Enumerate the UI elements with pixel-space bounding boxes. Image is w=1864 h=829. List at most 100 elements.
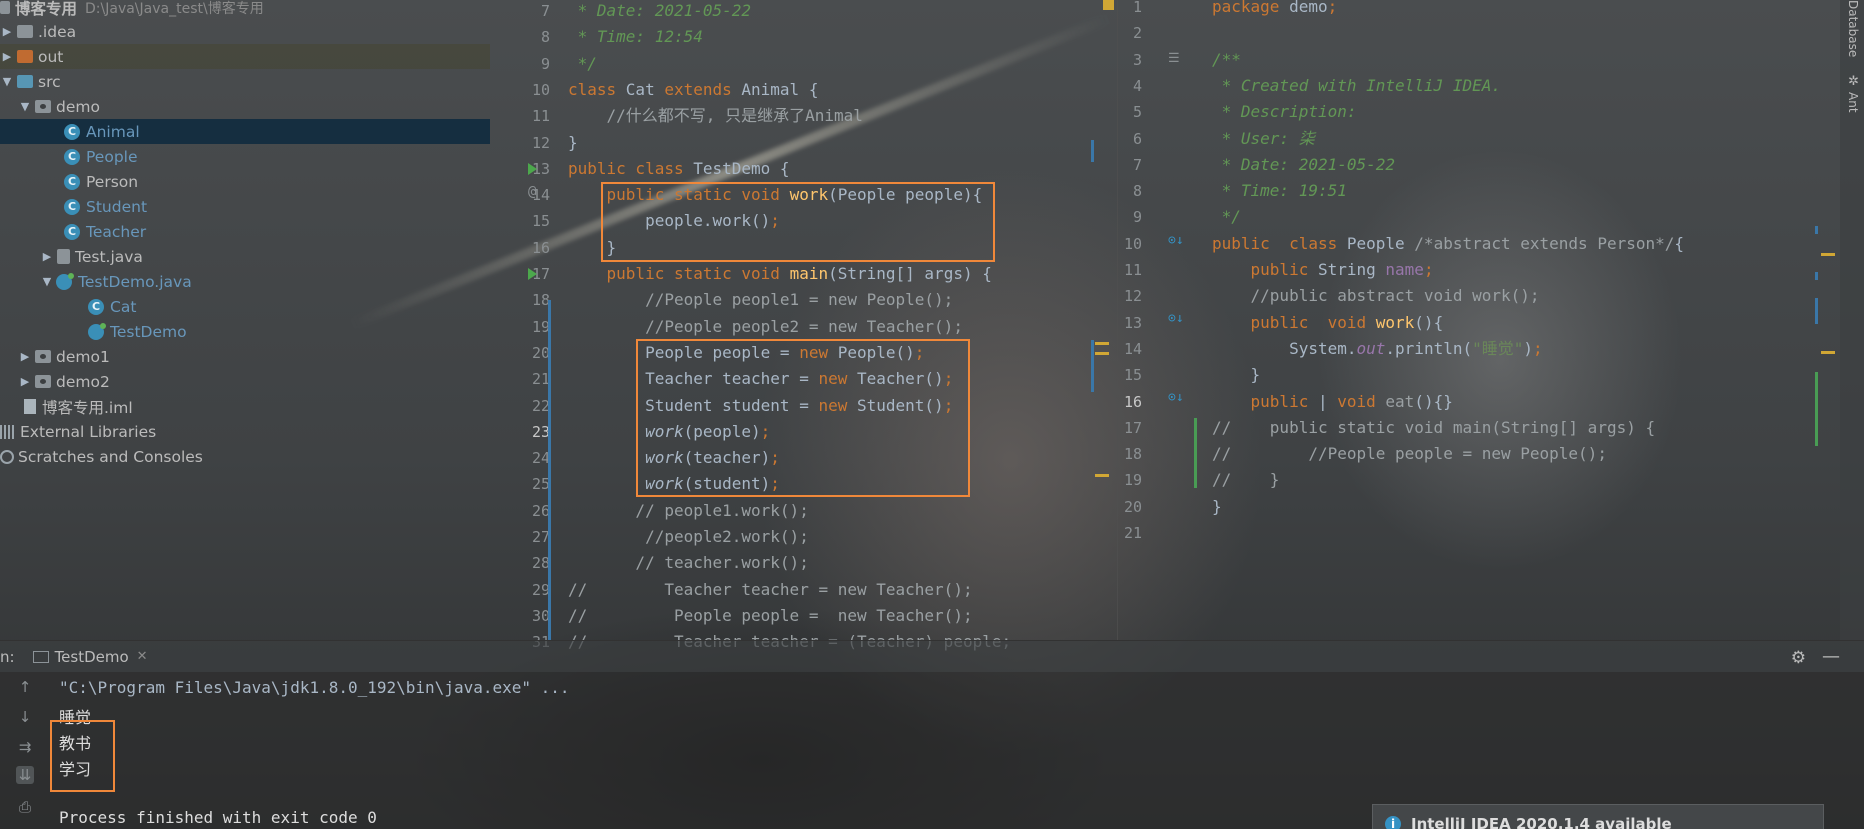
scroll-to-end-icon[interactable]: ⇊	[16, 766, 34, 784]
ant-tool-button[interactable]: Ant	[1846, 92, 1860, 113]
chevron-right-icon[interactable]: ▶	[18, 375, 32, 388]
chevron-right-icon[interactable]: ▶	[18, 350, 32, 363]
minimize-icon[interactable]: —	[1822, 646, 1840, 667]
chevron-down-icon[interactable]: ▼	[18, 100, 32, 113]
tree-item-label: 博客专用.iml	[42, 398, 133, 417]
error-stripe-mark	[1821, 351, 1835, 354]
tree-item-out[interactable]: ▶ out	[0, 44, 490, 69]
code-token: ;	[1327, 0, 1338, 16]
error-stripe-mark	[1095, 474, 1109, 477]
class-icon: C	[64, 148, 80, 165]
line-number: 14	[531, 186, 550, 205]
code-line: public class TestDemo {	[568, 156, 790, 182]
tree-item-test-java[interactable]: ▶ Test.java	[0, 244, 490, 269]
change-stripe	[1091, 140, 1094, 162]
tree-item-src[interactable]: ▼ src	[0, 69, 490, 94]
code-token: }	[568, 132, 578, 152]
code-token: * Time: 19:51	[1212, 181, 1347, 201]
error-stripe-mark	[1095, 342, 1109, 345]
tree-item-student[interactable]: C Student	[0, 194, 490, 219]
code-token: eat	[1385, 391, 1415, 411]
line-number: 8	[540, 28, 550, 47]
line-number: 2	[1132, 24, 1142, 43]
soft-wrap-icon[interactable]: ⇉	[16, 738, 34, 756]
tree-item-demo2[interactable]: ▶ demo2	[0, 369, 490, 394]
code-line: // Teacher teacher = new Teacher();	[568, 577, 973, 603]
tree-item-demo1[interactable]: ▶ demo1	[0, 344, 490, 369]
tree-item-label: Cat	[110, 297, 137, 316]
chevron-right-icon[interactable]: ▶	[0, 50, 14, 63]
chevron-down-icon[interactable]: ▼	[0, 75, 14, 88]
tree-item-people[interactable]: C People	[0, 144, 490, 169]
update-notification[interactable]: i IntelliJ IDEA 2020.1.4 available	[1372, 804, 1824, 829]
tree-item-label: out	[38, 47, 64, 66]
tree-item-cat[interactable]: C Cat	[0, 294, 490, 319]
code-token: public class	[568, 158, 694, 178]
chevron-right-icon[interactable]: ▶	[40, 250, 54, 263]
code-token: Cat	[625, 79, 665, 99]
tree-item-label: Scratches and Consoles	[18, 447, 203, 466]
line-number: 9	[1132, 208, 1142, 227]
line-number: 15	[1123, 366, 1142, 385]
code-token: * Date: 2021-05-22	[1212, 154, 1396, 174]
line-number: 6	[1132, 129, 1142, 148]
run-gutter-icon[interactable]	[528, 268, 537, 280]
tree-item-scratches[interactable]: Scratches and Consoles	[0, 444, 490, 469]
code-line: // teacher.work();	[568, 550, 808, 576]
tree-item-demo[interactable]: ▼ demo	[0, 94, 490, 119]
ant-icon: ✲	[1848, 74, 1859, 89]
tree-item-external-libraries[interactable]: External Libraries	[0, 419, 490, 444]
scratches-icon	[0, 449, 14, 464]
tree-item-idea[interactable]: ▶ .idea	[0, 19, 490, 44]
chevron-down-icon[interactable]: ▼	[40, 275, 54, 288]
chevron-right-icon[interactable]: ▶	[0, 25, 14, 38]
line-number: 27	[531, 528, 550, 546]
line-number: 8	[1132, 182, 1142, 201]
java-file-icon	[57, 249, 70, 264]
code-token: )	[1523, 338, 1534, 358]
overridden-method-icon[interactable]: ⊙↓	[1168, 233, 1184, 248]
gear-icon[interactable]: ⚙	[1791, 648, 1806, 668]
close-icon[interactable]: ✕	[137, 649, 148, 664]
code-token: * Time: 12:54	[568, 27, 703, 47]
line-number: 7	[1132, 155, 1142, 174]
tree-item-teacher[interactable]: C Teacher	[0, 219, 490, 244]
library-icon	[0, 424, 16, 439]
tree-item-animal[interactable]: C Animal	[0, 119, 490, 144]
arrow-down-icon[interactable]: ↓	[16, 708, 34, 726]
tree-item-iml[interactable]: 博客专用.iml	[0, 394, 490, 419]
line-number: 3	[1132, 50, 1142, 69]
run-gutter-icon[interactable]	[528, 163, 537, 175]
inspection-status-icon[interactable]	[1103, 0, 1114, 10]
code-line: * Description:	[1212, 99, 1357, 125]
change-stripe	[1091, 340, 1094, 392]
database-tool-button[interactable]: Database	[1846, 0, 1860, 57]
run-tab-testdemo[interactable]: TestDemo ✕	[32, 648, 148, 666]
code-token: public	[1212, 391, 1318, 411]
tree-item-testdemo-java[interactable]: ▼ TestDemo.java	[0, 269, 490, 294]
code-line: //People people1 = new People();	[568, 287, 953, 313]
arrow-up-icon[interactable]: ↑	[16, 678, 34, 696]
tree-item-testdemo[interactable]: TestDemo	[0, 319, 490, 344]
line-number: 13	[531, 159, 550, 178]
code-line: /**	[1212, 47, 1241, 73]
class-icon: C	[88, 298, 104, 315]
line-number: 23	[531, 422, 550, 441]
right-tool-strip: Database ✲ Ant	[1840, 0, 1864, 640]
tree-item-label: TestDemo.java	[78, 272, 192, 291]
editor-testdemo[interactable]: 7 8 9 10 11 12 13 14 15 16 17 18 19 20 21 22 23 24 25 26 27 2…	[490, 0, 1117, 651]
line-number: 18	[531, 291, 550, 310]
package-icon	[35, 350, 51, 363]
code-token: }	[1212, 365, 1261, 385]
tree-item-person[interactable]: C Person	[0, 169, 490, 194]
editor-people[interactable]: 1 2 3 4 5 6 7 8 9 10 11 12 13 14 15 16 17 18 19 20 21 packag…	[1117, 0, 1835, 640]
tree-item-label: Test.java	[75, 247, 143, 266]
overridden-method-icon[interactable]: ⊙↓	[1168, 311, 1184, 326]
overridden-method-icon[interactable]: ⊙↓	[1168, 390, 1184, 405]
line-number: 30	[531, 606, 550, 625]
code-token: * User: 柒	[1212, 128, 1315, 148]
code-token: (){	[1414, 312, 1444, 332]
print-icon[interactable]: ⎙	[16, 798, 34, 816]
code-token: }	[1212, 496, 1222, 516]
project-root-row[interactable]: 博客专用 D:\Java\Java_test\博客专用	[0, 0, 490, 20]
